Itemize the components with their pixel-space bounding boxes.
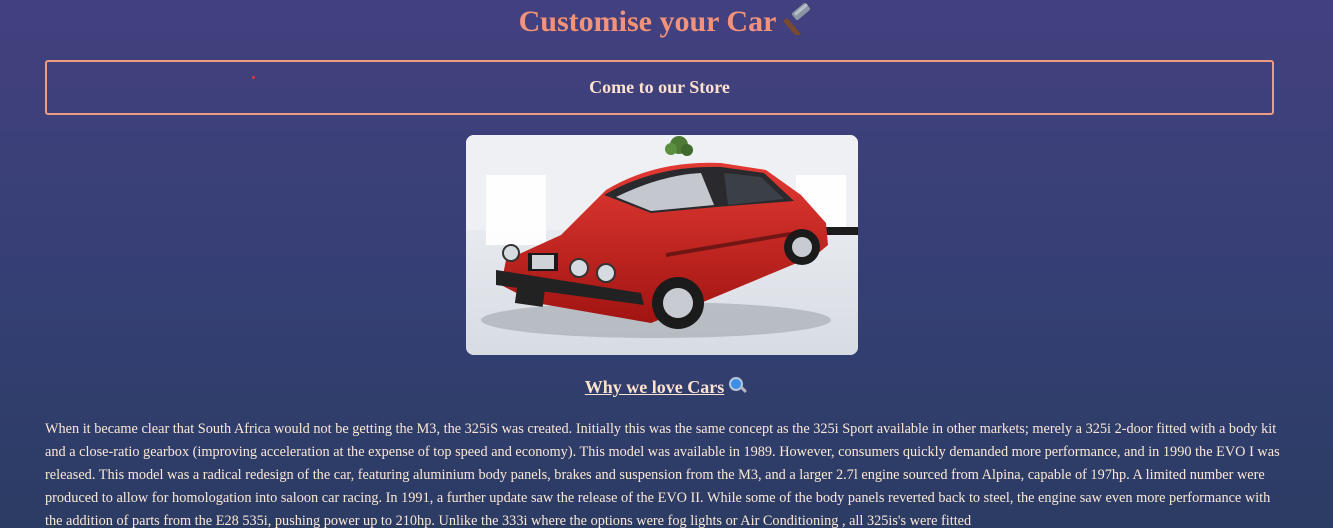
hammer-icon — [780, 3, 814, 38]
cursor-dot — [252, 76, 255, 79]
section-heading[interactable]: Why we love Cars — [0, 376, 1333, 398]
store-button-label: Come to our Store — [589, 77, 730, 97]
page-title: Customise your Car — [0, 0, 1333, 40]
magnifying-glass-icon — [728, 376, 748, 396]
section-heading-text: Why we love Cars — [584, 377, 725, 397]
red-car-image — [466, 135, 858, 355]
article-paragraph: When it became clear that South Africa w… — [45, 421, 1280, 528]
page-title-text: Customise your Car — [518, 5, 777, 38]
car-photo — [466, 135, 858, 355]
store-button[interactable]: Come to our Store — [45, 60, 1274, 115]
